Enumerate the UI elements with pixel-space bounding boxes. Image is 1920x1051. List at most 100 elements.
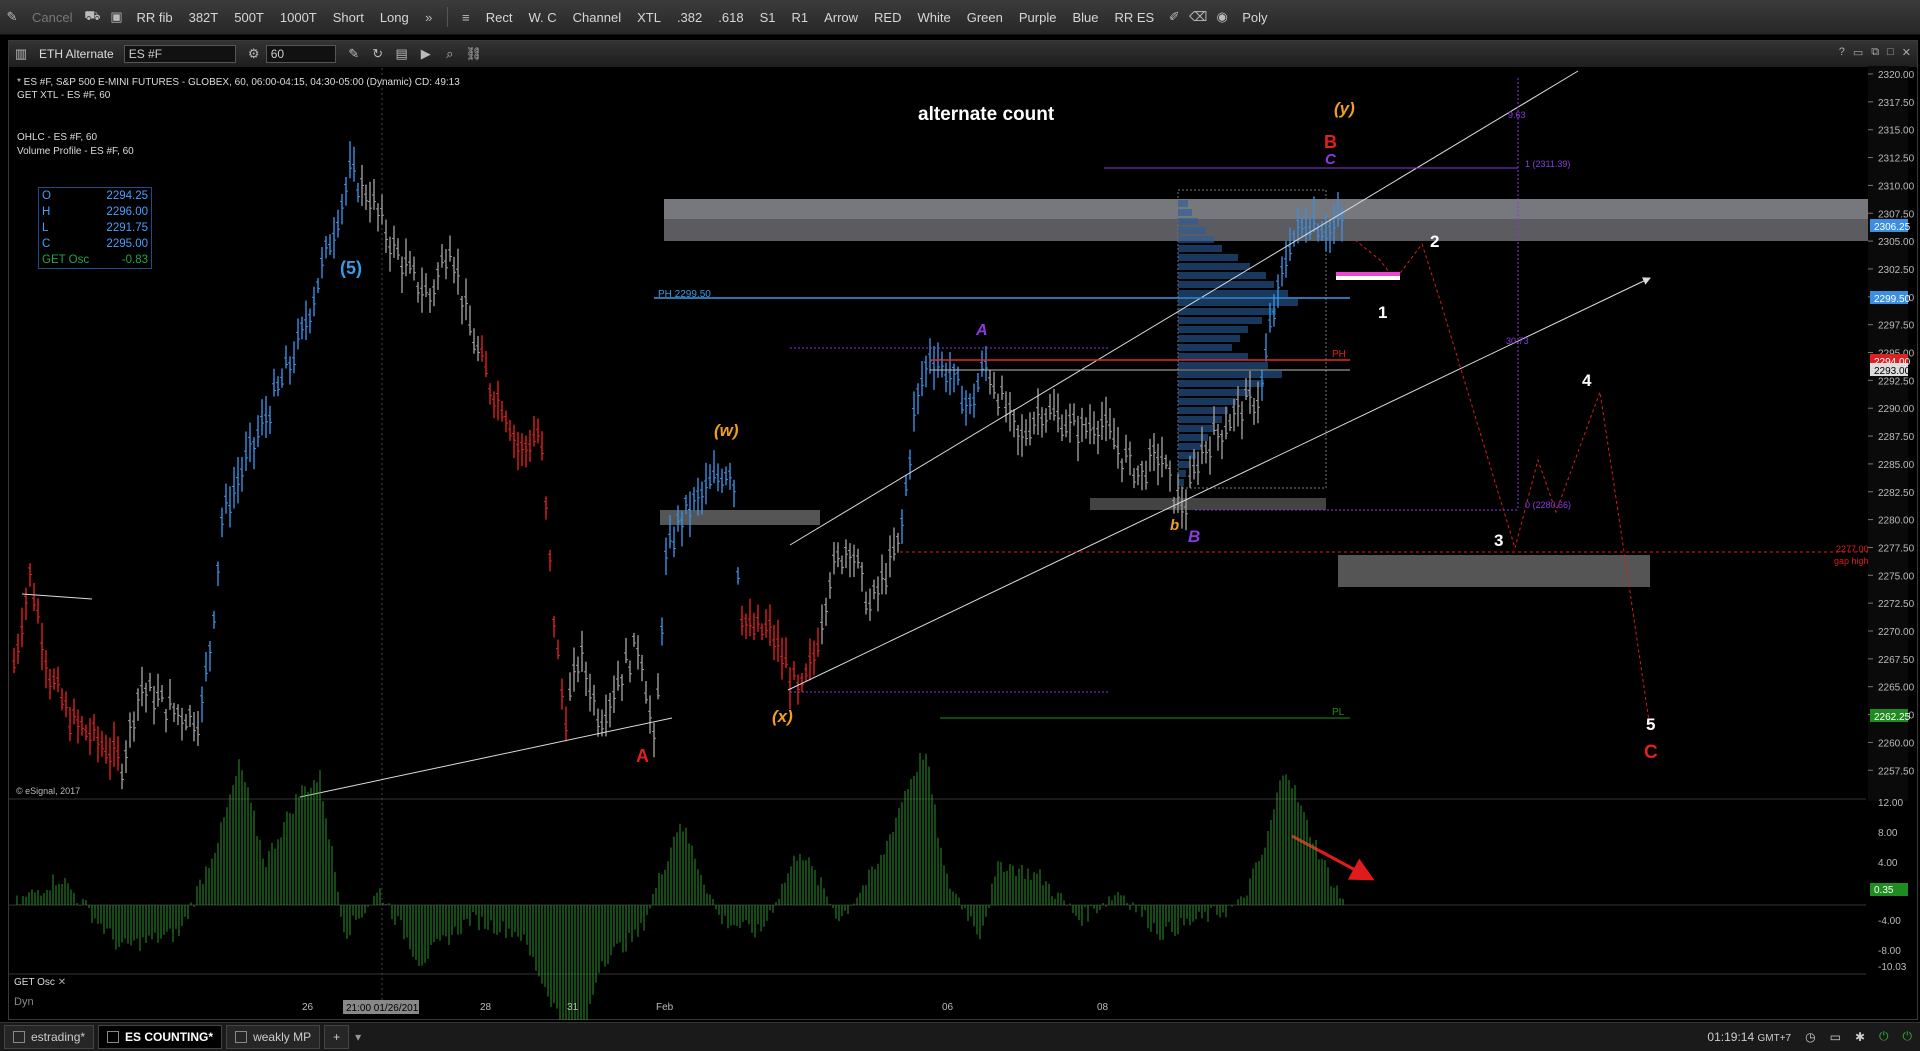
fib-label: 1 (2311.39) bbox=[1525, 159, 1570, 169]
wave-label: C bbox=[1325, 151, 1337, 168]
osc-panel-label: GET Osc ✕ bbox=[14, 977, 66, 988]
ohlc-box: O 2294.25 H 2296.00 L 2291.75 C 2295.00 GET … bbox=[38, 187, 152, 269]
clock-icon[interactable]: ◷ bbox=[1805, 1030, 1815, 1044]
time-tick-label: 08 bbox=[1097, 1002, 1109, 1013]
ohlc-open: 2294.25 bbox=[106, 190, 148, 202]
close-icon[interactable]: ✕ bbox=[58, 977, 66, 988]
clock-time: 01:19:14 bbox=[1707, 1029, 1755, 1044]
volume-profile-bar bbox=[1178, 299, 1298, 306]
price-tick-label: 2320.00 bbox=[1878, 70, 1915, 81]
dyn-label[interactable]: Dyn bbox=[14, 996, 34, 1008]
tab-estrading[interactable]: estrading* bbox=[4, 1025, 95, 1049]
osc-tick-label: 12.00 bbox=[1878, 798, 1903, 809]
price-tick-label: 2267.50 bbox=[1878, 655, 1915, 666]
price-tick-label: 2275.00 bbox=[1878, 571, 1915, 582]
current-price-tag: 2306.25 bbox=[1874, 222, 1911, 233]
study-info-line: OHLC - ES #F, 60 bbox=[17, 132, 98, 143]
volume-profile-bar bbox=[1178, 308, 1276, 315]
tab-label: estrading* bbox=[31, 1030, 86, 1044]
volume-profile-bar bbox=[1178, 326, 1248, 333]
resistance-zone bbox=[664, 199, 1868, 219]
price-tick-label: 2312.50 bbox=[1878, 154, 1915, 165]
wave-label: C bbox=[1644, 742, 1658, 763]
gap-price-label: 2277.00 bbox=[1836, 544, 1869, 554]
wave-label: A bbox=[636, 746, 649, 766]
status-bar: 01:19:14 GMT+7 ◷ ▭ ✱ ⏻ ⏻ bbox=[1707, 1029, 1912, 1044]
ohlc-osc-label: GET Osc bbox=[42, 254, 90, 266]
volume-profile-bar bbox=[1178, 281, 1274, 288]
volume-profile-bar bbox=[1178, 407, 1228, 414]
study-info-line: GET XTL - ES #F, 60 bbox=[17, 90, 111, 101]
volume-profile-bar bbox=[1178, 236, 1214, 243]
volume-profile-bar bbox=[1178, 344, 1232, 351]
power-icon[interactable]: ⏻ bbox=[1879, 1029, 1889, 1044]
volume-profile-bar bbox=[1178, 272, 1266, 279]
support-zone bbox=[1090, 498, 1326, 510]
ohlc-high: 2296.00 bbox=[106, 206, 148, 218]
volume-profile-bar bbox=[1178, 209, 1192, 216]
checkbox-icon bbox=[13, 1031, 25, 1043]
volume-profile-bar bbox=[1178, 218, 1198, 225]
osc-panel-name: GET Osc bbox=[14, 977, 55, 988]
tab-es-counting[interactable]: ES COUNTING* bbox=[98, 1025, 223, 1049]
trendline bbox=[299, 717, 673, 798]
price-tick-label: 2287.50 bbox=[1878, 432, 1915, 443]
volume-profile-bar bbox=[1178, 479, 1184, 486]
volume-profile-bar bbox=[1178, 245, 1222, 252]
osc-tick-label: -4.00 bbox=[1878, 916, 1901, 927]
price-tick-label: 2292.50 bbox=[1878, 376, 1915, 387]
checkbox-icon bbox=[107, 1031, 120, 1043]
settings-icon[interactable]: ✱ bbox=[1855, 1030, 1865, 1044]
wave-label: 3 bbox=[1494, 531, 1503, 550]
study-info-line: Volume Profile - ES #F, 60 bbox=[17, 146, 134, 157]
price-tick-label: 2285.00 bbox=[1878, 460, 1915, 471]
time-tick-label: 26 bbox=[302, 1002, 314, 1013]
volume-profile-bar bbox=[1178, 317, 1262, 324]
fib-label: 9.63 bbox=[1508, 110, 1526, 120]
volume-profile-bar bbox=[1178, 254, 1238, 261]
volume-profile-bar bbox=[1178, 461, 1190, 468]
osc-tick-label: -8.00 bbox=[1878, 946, 1901, 957]
power-icon[interactable]: ⏻ bbox=[1903, 1029, 1913, 1044]
tab-label: weakly MP bbox=[253, 1030, 312, 1044]
volume-profile-bar bbox=[1178, 290, 1288, 297]
message-icon[interactable]: ▭ bbox=[1830, 1030, 1841, 1044]
tab-weakly-mp[interactable]: weakly MP bbox=[226, 1025, 321, 1049]
price-chart[interactable]: 2320.00 2317.50 2315.00 2312.50 2310.00 2307.… bbox=[0, 0, 1920, 1020]
ohlc-label: L bbox=[42, 222, 49, 234]
price-tick-label: 2315.00 bbox=[1878, 126, 1915, 137]
wave-projection-path bbox=[1354, 239, 1651, 729]
wave-label: (5) bbox=[340, 258, 362, 278]
ohlc-close: 2295.00 bbox=[106, 238, 148, 250]
price-tick-label: 2265.00 bbox=[1878, 683, 1915, 694]
add-tab-button[interactable]: + bbox=[324, 1025, 350, 1049]
osc-tick-label: 8.00 bbox=[1878, 828, 1898, 839]
chart-title: alternate count bbox=[918, 104, 1055, 125]
ohlc-label: H bbox=[42, 206, 51, 218]
ohlc-label: O bbox=[42, 190, 51, 202]
wave-label: b bbox=[1170, 517, 1179, 534]
wave-label: A bbox=[975, 322, 988, 339]
time-tick-label: Feb bbox=[656, 1002, 674, 1013]
volume-profile-bar bbox=[1178, 227, 1206, 234]
volume-profile-bar bbox=[1178, 263, 1250, 270]
price-tick-label: 2270.00 bbox=[1878, 627, 1915, 638]
volume-profile-bar bbox=[1178, 389, 1250, 396]
price-tick-label: 2307.50 bbox=[1878, 209, 1915, 220]
wave-label: 1 bbox=[1378, 303, 1387, 322]
volume-profile-bar bbox=[1178, 425, 1214, 432]
copyright-text: © eSignal, 2017 bbox=[16, 786, 81, 796]
price-tick-label: 2290.00 bbox=[1878, 404, 1915, 415]
volume-profile-bar bbox=[1178, 416, 1222, 423]
fib-label: 0 (2280.66) bbox=[1525, 500, 1571, 510]
wave-label: 2 bbox=[1430, 232, 1439, 251]
price-tick-label: 2260.00 bbox=[1878, 738, 1915, 749]
wave-label: 5 bbox=[1646, 715, 1655, 734]
timezone: GMT+7 bbox=[1757, 1032, 1792, 1044]
time-tick-label: 06 bbox=[942, 1002, 954, 1013]
gap-label: gap high bbox=[1834, 556, 1869, 566]
price-tick-label: 2277.50 bbox=[1878, 543, 1915, 554]
volume-profile-bar bbox=[1178, 200, 1188, 207]
tab-menu-icon[interactable]: ▾ bbox=[355, 1030, 361, 1044]
osc-tick-label: -10.03 bbox=[1878, 962, 1907, 973]
